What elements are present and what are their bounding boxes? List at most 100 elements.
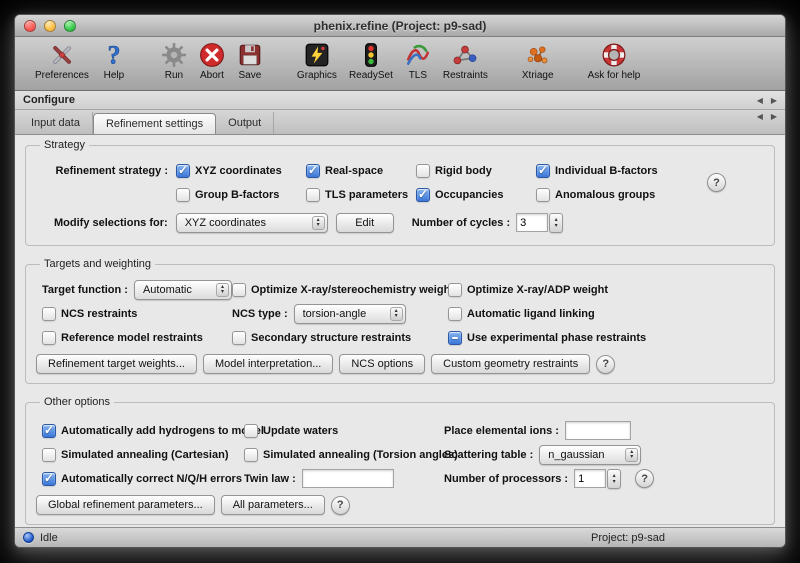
targets-buttons-row: Refinement target weights... Model inter…: [36, 354, 764, 374]
checkbox-automatic-ligand-linking[interactable]: Automatic ligand linking: [448, 307, 595, 321]
checkbox-rigid-body[interactable]: Rigid body: [416, 164, 492, 178]
toolbar-run[interactable]: Run: [161, 40, 187, 81]
phenix-refine-window: phenix.refine (Project: p9-sad) Preferen…: [14, 14, 786, 548]
ncs-type-label: NCS type :: [232, 308, 288, 320]
configure-pager: ◀ ▶: [757, 96, 777, 105]
ncs-type-dropdown[interactable]: torsion-angle ▴▾: [294, 304, 406, 324]
checkbox-unchecked-icon: [42, 448, 56, 462]
twin-law-label: Twin law :: [244, 473, 296, 485]
number-of-processors-input[interactable]: [574, 469, 606, 488]
checkbox-individual-b-factors[interactable]: Individual B-factors: [536, 164, 658, 178]
refinement-settings-panel: Strategy ? Refinement strategy : XYZ coo…: [15, 135, 785, 527]
scroll-left-icon[interactable]: ◀: [757, 96, 763, 105]
checkbox-simulated-annealing-torsion[interactable]: Simulated annealing (Torsion angles): [244, 448, 458, 462]
strategy-help-button[interactable]: ?: [707, 173, 726, 192]
project-label: Project: p9-sad: [591, 532, 665, 544]
toolbar-tls[interactable]: TLS: [405, 40, 431, 81]
status-text: Idle: [40, 532, 58, 544]
tls-ribbon-icon: [405, 40, 431, 70]
checkbox-mixed-icon: [448, 331, 462, 345]
twin-law-input[interactable]: [302, 469, 394, 488]
checkbox-automatically-correct-nqh[interactable]: Automatically correct N/Q/H errors: [42, 472, 242, 486]
tab-refinement-settings[interactable]: Refinement settings: [93, 113, 216, 134]
checkbox-unchecked-icon: [42, 331, 56, 345]
checkbox-checked-icon: [176, 164, 190, 178]
target-function-dropdown[interactable]: Automatic ▴▾: [134, 280, 232, 300]
number-of-processors-label: Number of processors :: [444, 473, 568, 485]
toolbar-readyset[interactable]: ReadySet: [349, 40, 393, 81]
scroll-right-icon[interactable]: ▶: [771, 96, 777, 105]
run-gear-icon: [161, 40, 187, 70]
checkbox-checked-icon: [306, 164, 320, 178]
configure-bar: Configure ◀ ▶: [15, 91, 785, 110]
modify-selections-dropdown[interactable]: XYZ coordinates ▴▾: [176, 213, 328, 233]
xtriage-cluster-icon: [525, 40, 551, 70]
tab-input-data[interactable]: Input data: [19, 112, 93, 134]
tab-scroll-right-icon[interactable]: ▶: [771, 112, 777, 134]
zoom-window-icon[interactable]: [64, 20, 76, 32]
checkbox-group-b-factors[interactable]: Group B-factors: [176, 188, 279, 202]
other-help-button[interactable]: ?: [331, 496, 350, 515]
stepper-arrows-icon[interactable]: ▴▾: [549, 213, 563, 233]
other-row-2: Simulated annealing (Cartesian) Simulate…: [36, 444, 764, 465]
toolbar-save[interactable]: Save: [237, 40, 263, 81]
checkbox-real-space[interactable]: Real-space: [306, 164, 383, 178]
checkbox-occupancies[interactable]: Occupancies: [416, 188, 503, 202]
checkbox-anomalous-groups[interactable]: Anomalous groups: [536, 188, 655, 202]
tab-pager: ◀ ▶: [757, 112, 777, 134]
toolbar-ask-for-help[interactable]: Ask for help: [588, 40, 641, 81]
modify-selections-label: Modify selections for:: [54, 217, 168, 229]
toolbar-xtriage[interactable]: Xtriage: [522, 40, 554, 81]
checkbox-reference-model-restraints[interactable]: Reference model restraints: [42, 331, 203, 345]
stepper-arrows-icon[interactable]: ▴▾: [607, 469, 621, 489]
custom-geometry-restraints-button[interactable]: Custom geometry restraints: [431, 354, 590, 374]
checkbox-update-waters[interactable]: Update waters: [244, 424, 338, 438]
toolbar-restraints[interactable]: Restraints: [443, 40, 488, 81]
toolbar-help[interactable]: ? Help: [101, 40, 127, 81]
targets-groupbox: Targets and weighting Target function : …: [25, 258, 775, 384]
targets-row-1: Target function : Automatic ▴▾ Optimize …: [36, 279, 764, 300]
other-options-groupbox: Other options Automatically add hydrogen…: [25, 396, 775, 525]
checkbox-optimize-xray-adp-weight[interactable]: Optimize X-ray/ADP weight: [448, 283, 608, 297]
modify-selections-row: Modify selections for: XYZ coordinates ▴…: [36, 212, 764, 233]
other-row-1: Automatically add hydrogens to model Upd…: [36, 420, 764, 441]
target-function-label: Target function :: [42, 284, 128, 296]
other-row-3: Automatically correct N/Q/H errors Twin …: [36, 468, 764, 489]
checkbox-unchecked-icon: [42, 307, 56, 321]
place-elemental-ions-input[interactable]: [565, 421, 631, 440]
checkbox-secondary-structure-restraints[interactable]: Secondary structure restraints: [232, 331, 411, 345]
close-window-icon[interactable]: [24, 20, 36, 32]
model-interpretation-button[interactable]: Model interpretation...: [203, 354, 333, 374]
checkbox-unchecked-icon: [448, 307, 462, 321]
refinement-target-weights-button[interactable]: Refinement target weights...: [36, 354, 197, 374]
checkbox-use-experimental-phase-restraints[interactable]: Use experimental phase restraints: [448, 331, 646, 345]
strategy-row-1: Refinement strategy : XYZ coordinates Re…: [36, 160, 764, 181]
titlebar[interactable]: phenix.refine (Project: p9-sad): [15, 15, 785, 37]
number-of-cycles-label: Number of cycles :: [412, 217, 510, 229]
checkbox-simulated-annealing-cartesian[interactable]: Simulated annealing (Cartesian): [42, 448, 228, 462]
checkbox-optimize-xray-stereochemistry-weight[interactable]: Optimize X-ray/stereochemistry weight: [232, 283, 454, 297]
ncs-options-button[interactable]: NCS options: [339, 354, 425, 374]
checkbox-tls-parameters[interactable]: TLS parameters: [306, 188, 408, 202]
abort-icon: [199, 40, 225, 70]
checkbox-automatically-add-hydrogens[interactable]: Automatically add hydrogens to model: [42, 424, 264, 438]
checkbox-ncs-restraints[interactable]: NCS restraints: [42, 307, 137, 321]
all-parameters-button[interactable]: All parameters...: [221, 495, 325, 515]
checkbox-checked-icon: [42, 424, 56, 438]
tab-output[interactable]: Output: [216, 112, 274, 134]
tab-scroll-left-icon[interactable]: ◀: [757, 112, 763, 134]
place-elemental-ions-label: Place elemental ions :: [444, 425, 559, 437]
toolbar-graphics[interactable]: Graphics: [297, 40, 337, 81]
minimize-window-icon[interactable]: [44, 20, 56, 32]
edit-button[interactable]: Edit: [336, 213, 394, 233]
processors-help-button[interactable]: ?: [635, 469, 654, 488]
targets-legend: Targets and weighting: [40, 258, 155, 270]
targets-help-button[interactable]: ?: [596, 355, 615, 374]
scattering-table-dropdown[interactable]: n_gaussian ▴▾: [539, 445, 641, 465]
number-of-cycles-input[interactable]: [516, 213, 548, 232]
checkbox-xyz-coordinates[interactable]: XYZ coordinates: [176, 164, 282, 178]
global-refinement-parameters-button[interactable]: Global refinement parameters...: [36, 495, 215, 515]
life-ring-icon: [601, 40, 627, 70]
toolbar-preferences[interactable]: Preferences: [35, 40, 89, 81]
toolbar-abort[interactable]: Abort: [199, 40, 225, 81]
